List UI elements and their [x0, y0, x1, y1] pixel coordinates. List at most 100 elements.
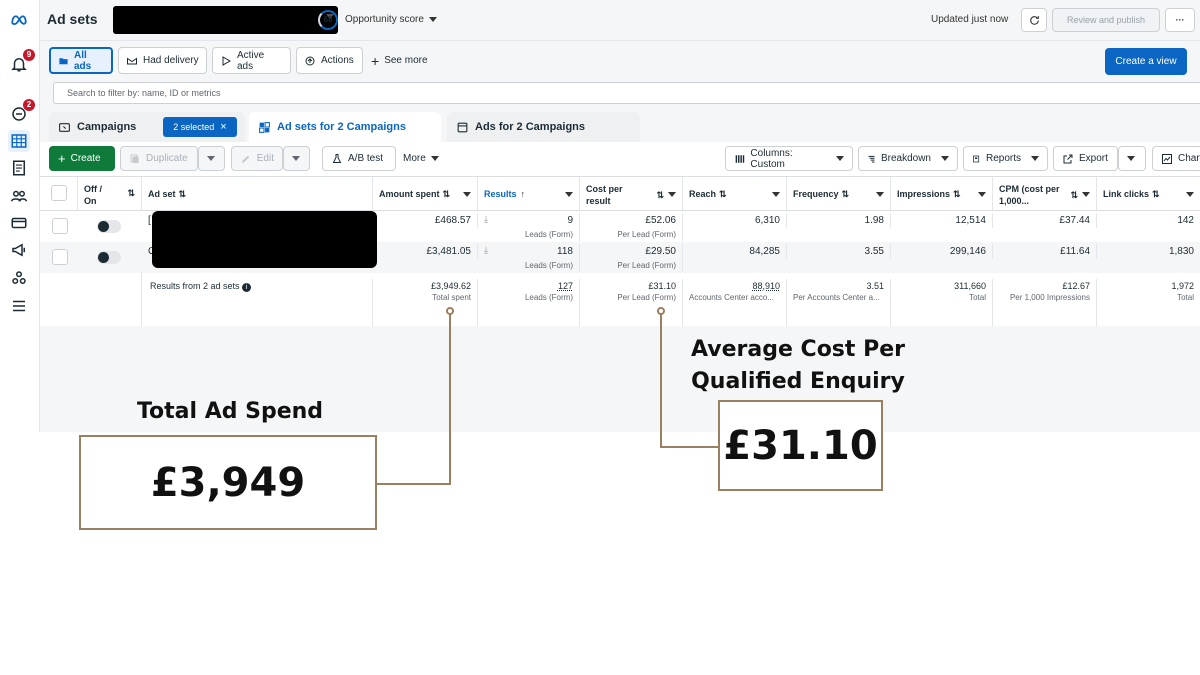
- chevron-down-icon[interactable]: [668, 192, 676, 197]
- impressions-header-label: Impressions: [897, 189, 951, 199]
- results-value: 9: [567, 215, 573, 226]
- sort-icon: ⇅: [1070, 190, 1078, 200]
- summary-label-text: Results from 2 ad sets: [150, 281, 240, 291]
- link-clicks-header[interactable]: Link clicks ⇅: [1097, 177, 1200, 211]
- chevron-down-icon[interactable]: [772, 192, 780, 197]
- sort-ascending-icon: ↑: [520, 189, 526, 199]
- actions-filter[interactable]: Actions: [296, 47, 363, 74]
- clear-selection-close-icon[interactable]: ×: [220, 121, 226, 133]
- search-input[interactable]: Search to filter by: name, ID or metrics: [53, 82, 1200, 104]
- impressions-cell: 299,146: [891, 244, 993, 259]
- notifications-badge: 9: [23, 49, 35, 61]
- edit-label: Edit: [256, 153, 274, 164]
- summary-row: Results from 2 ad sets i £3,949.62 Total …: [40, 272, 1200, 327]
- tab-ads[interactable]: Ads for 2 Campaigns: [447, 112, 640, 142]
- average-cost-value-box: £31.10: [718, 400, 883, 491]
- tab-ads-label: Ads for 2 Campaigns: [475, 121, 586, 133]
- reports-label: Reports: [985, 153, 1021, 164]
- amount-spent-header[interactable]: Amount spent ⇅: [373, 177, 478, 211]
- row-on-off-toggle[interactable]: [97, 220, 121, 233]
- more-actions-button[interactable]: More: [403, 146, 439, 171]
- reach-header[interactable]: Reach ⇅: [683, 177, 787, 211]
- off-on-header[interactable]: Off / On ⇅: [78, 177, 142, 211]
- sort-icon: ⇅: [1152, 189, 1160, 199]
- frequency-header[interactable]: Frequency ⇅: [787, 177, 891, 211]
- notifications-bell-icon[interactable]: 9: [8, 49, 35, 75]
- charts-button[interactable]: Charts: [1152, 146, 1200, 171]
- had-delivery-filter[interactable]: Had delivery: [118, 47, 207, 74]
- billing-card-icon[interactable]: [8, 212, 30, 234]
- active-ads-filter[interactable]: Active ads: [212, 47, 291, 74]
- summary-impressions-value: 311,660: [954, 281, 986, 291]
- account-overview-icon[interactable]: 2: [8, 99, 35, 125]
- business-tools-icon[interactable]: [8, 267, 30, 289]
- reports-icon: [973, 155, 980, 162]
- tab-campaigns-label: Campaigns: [77, 121, 137, 133]
- columns-button[interactable]: Columns: Custom: [725, 146, 853, 171]
- chevron-down-icon[interactable]: [463, 192, 471, 197]
- edit-dropdown-button[interactable]: [283, 146, 310, 171]
- row-checkbox[interactable]: [52, 249, 68, 265]
- campaigns-folder-icon: [59, 122, 70, 132]
- all-ads-filter[interactable]: All ads: [49, 47, 113, 74]
- duplicate-button[interactable]: Duplicate: [120, 146, 198, 171]
- chevron-down-icon: [430, 156, 439, 161]
- more-label: More: [403, 153, 426, 164]
- meta-logo-icon[interactable]: [8, 9, 30, 31]
- summary-amount-value: £3,949.62: [430, 281, 471, 291]
- export-dropdown-button[interactable]: [1118, 146, 1146, 171]
- impressions-header[interactable]: Impressions ⇅: [891, 177, 993, 211]
- summary-frequency-value: 3.51: [866, 281, 884, 291]
- summary-spacer: [40, 272, 142, 327]
- audiences-icon[interactable]: [8, 185, 30, 207]
- cpm-header[interactable]: CPM (cost per 1,000... ⇅: [993, 177, 1097, 211]
- cost-per-result-header[interactable]: Cost per result ⇅: [580, 177, 683, 211]
- edit-button[interactable]: Edit: [231, 146, 283, 171]
- chevron-down-icon[interactable]: [1186, 192, 1194, 197]
- redacted-account-name[interactable]: [113, 6, 338, 34]
- campaigns-table-icon[interactable]: [8, 130, 30, 152]
- summary-cost-sub: Per Lead (Form): [617, 293, 676, 302]
- left-nav-rail: 9 2: [0, 0, 40, 432]
- duplicate-label: Duplicate: [146, 153, 188, 164]
- info-icon[interactable]: i: [242, 283, 252, 292]
- select-all-checkbox[interactable]: [51, 185, 67, 201]
- see-more-filters-button[interactable]: + See more: [371, 47, 428, 74]
- chevron-down-icon[interactable]: [876, 192, 884, 197]
- summary-cpm-sub: Per 1,000 Impressions: [1009, 293, 1090, 302]
- top-bar: Ad sets 68 Opportunity score Updated jus…: [40, 0, 1200, 40]
- chevron-down-icon[interactable]: [565, 192, 573, 197]
- link-clicks-cell: 142: [1177, 215, 1194, 226]
- create-view-button[interactable]: Create a view: [1105, 48, 1187, 75]
- chevron-down-icon[interactable]: [1082, 192, 1090, 197]
- cpm-header-label: CPM (cost per 1,000...: [999, 184, 1060, 206]
- review-and-publish-button[interactable]: Review and publish: [1052, 8, 1160, 32]
- amount-spent-header-label: Amount spent: [379, 189, 440, 199]
- ad-set-header[interactable]: Ad set ⇅: [142, 177, 373, 211]
- all-tools-menu-icon[interactable]: [8, 295, 30, 317]
- results-header[interactable]: Results ↑: [478, 177, 580, 211]
- export-button[interactable]: Export: [1053, 146, 1118, 171]
- ads-page-icon: [457, 122, 468, 132]
- redacted-ad-set-names: [152, 211, 377, 268]
- megaphone-icon[interactable]: [8, 239, 30, 261]
- refresh-button[interactable]: [1021, 8, 1047, 32]
- summary-results: 127 Leads (Form): [478, 279, 580, 327]
- create-button[interactable]: + Create: [49, 146, 115, 171]
- tab-ad-sets[interactable]: Ad sets for 2 Campaigns: [249, 112, 441, 142]
- sort-icon: ⇅: [953, 189, 961, 199]
- cost-per-result-cell: £52.06 Per Lead (Form): [580, 213, 683, 241]
- row-on-off-toggle[interactable]: [97, 251, 121, 264]
- pages-icon[interactable]: [8, 157, 30, 179]
- opportunity-score-label: Opportunity score: [345, 14, 424, 25]
- reports-button[interactable]: Reports: [963, 146, 1048, 171]
- opportunity-score-dropdown[interactable]: Opportunity score: [345, 14, 437, 25]
- row-checkbox[interactable]: [52, 218, 68, 234]
- ab-test-button[interactable]: A/B test: [322, 146, 396, 171]
- breakdown-button[interactable]: Breakdown: [858, 146, 958, 171]
- selected-campaigns-badge[interactable]: 2 selected ×: [163, 117, 237, 137]
- chevron-down-icon[interactable]: [978, 192, 986, 197]
- opportunity-score-ring[interactable]: 68: [318, 10, 338, 30]
- duplicate-dropdown-button[interactable]: [198, 146, 225, 171]
- more-options-button[interactable]: ···: [1165, 8, 1195, 32]
